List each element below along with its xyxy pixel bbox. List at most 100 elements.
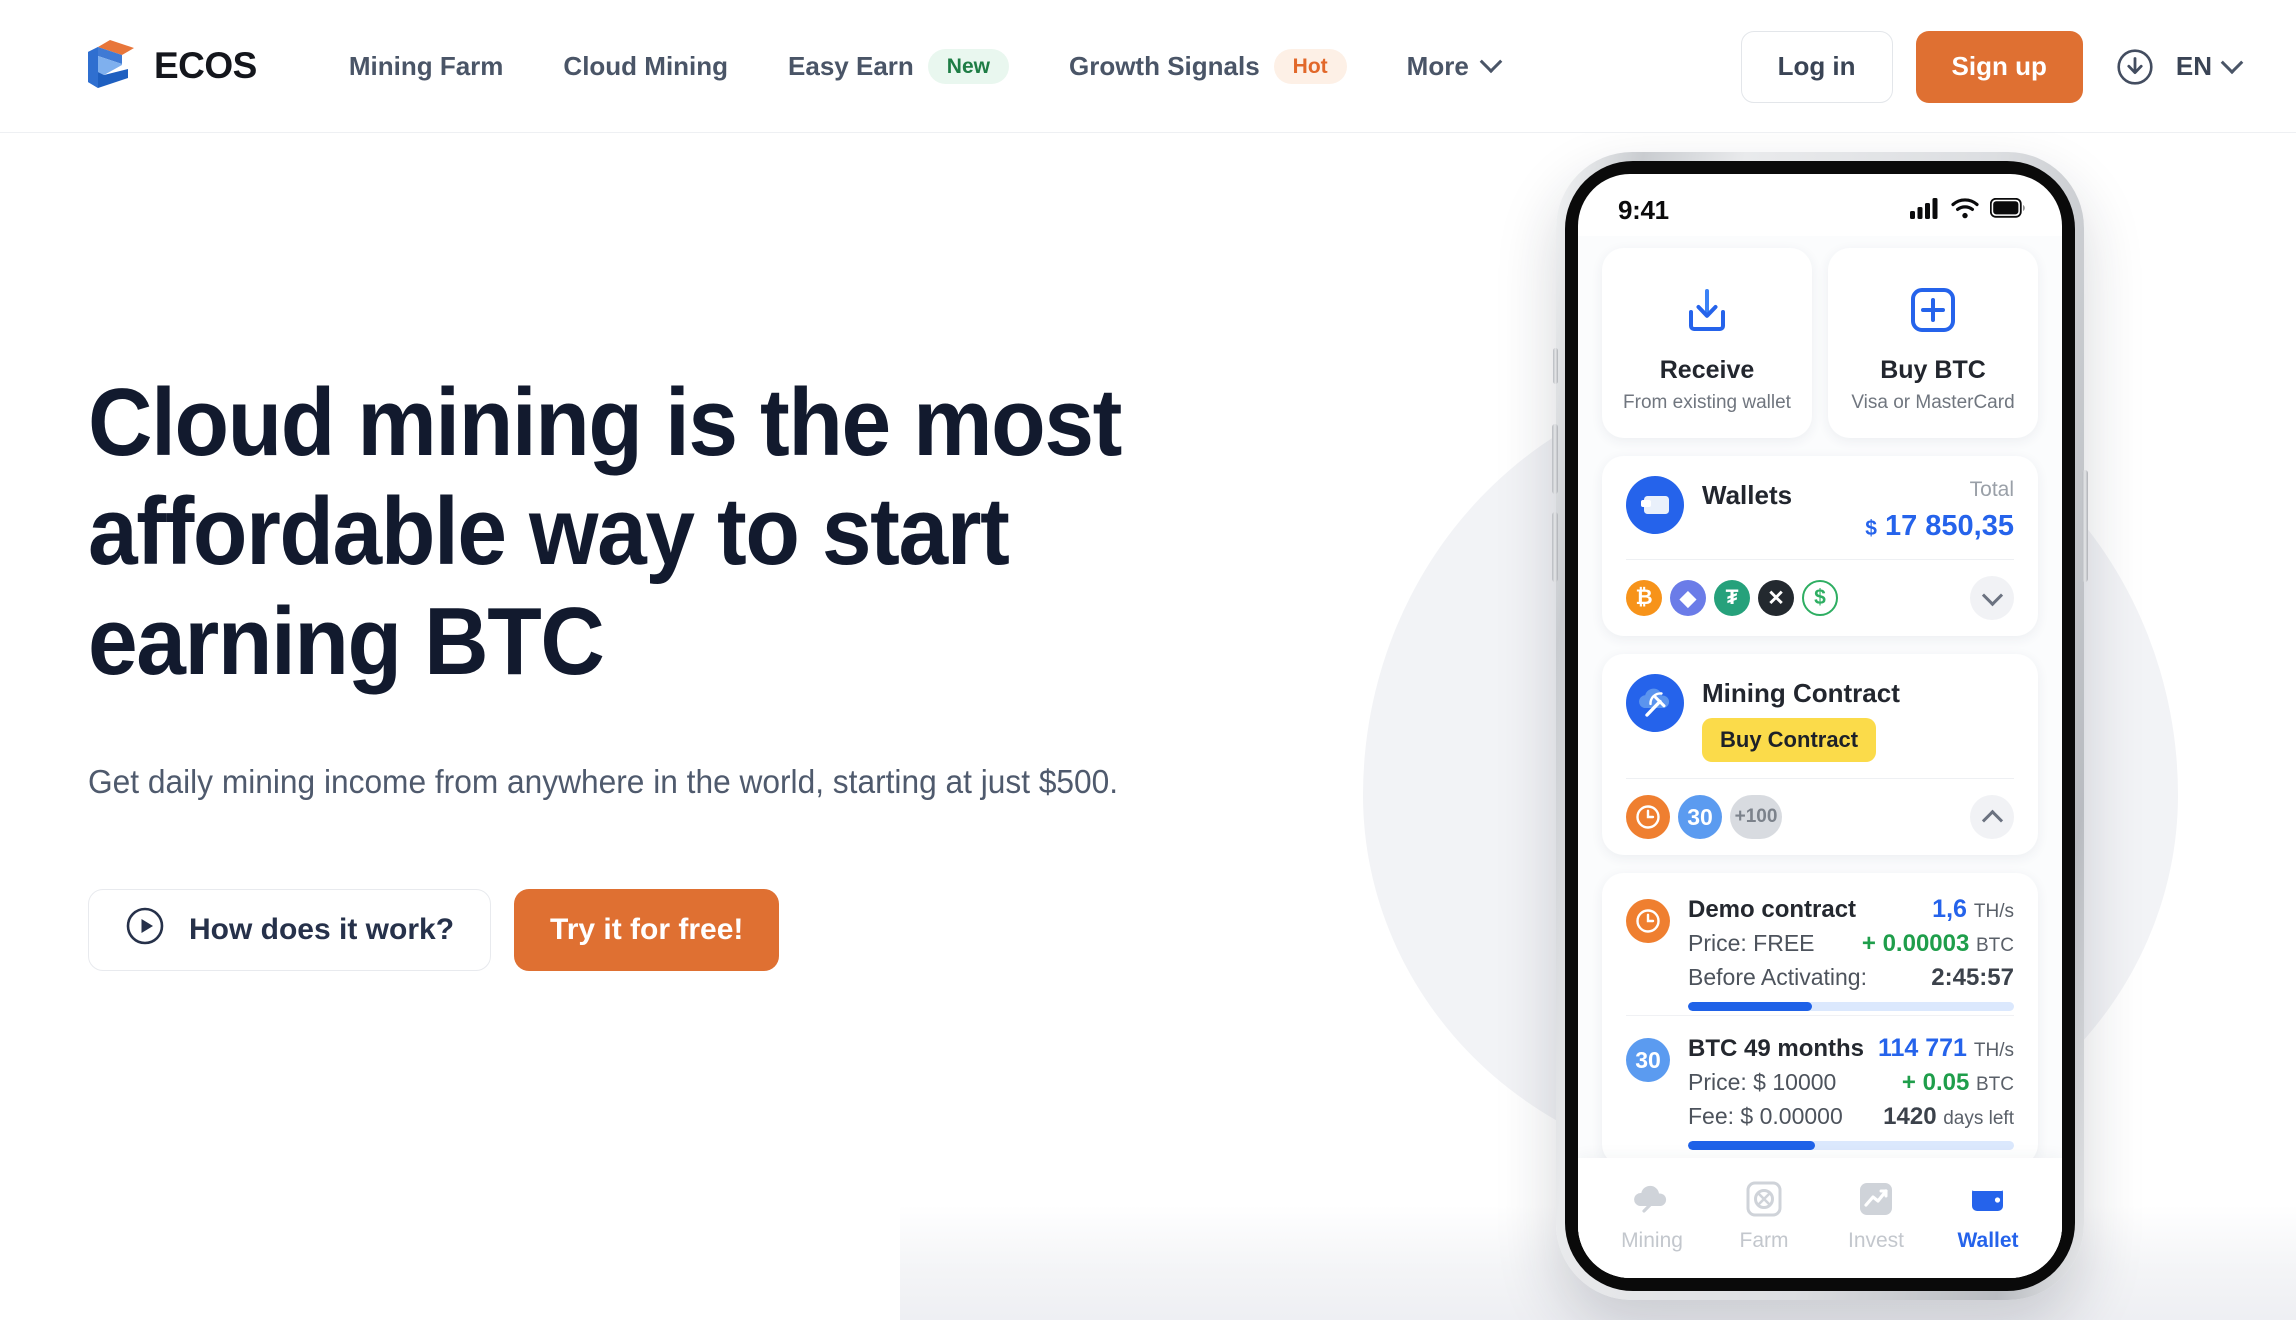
wallet-tab-icon (1932, 1176, 2044, 1222)
buy-btc-card[interactable]: Buy BTC Visa or MasterCard (1828, 248, 2038, 438)
receive-card[interactable]: Receive From existing wallet (1602, 248, 1812, 438)
header-actions: Log in Sign up EN (1740, 0, 2244, 133)
nav-badge-hot: Hot (1273, 48, 1347, 84)
wallets-title-wrap: Wallets (1702, 476, 1847, 511)
nav-item-easy-earn[interactable]: Easy Earn New (758, 48, 1039, 84)
contract-third-value: 2:45:57 (1931, 964, 2014, 991)
chevron-down-icon (1479, 50, 1503, 74)
mining-contract-header: Mining Contract Buy Contract (1626, 674, 2014, 762)
wallets-coins-row: ₿ ◆ ₮ ✕ $ (1626, 576, 2014, 620)
contract-hashrate-unit: TH/s (1973, 901, 2014, 922)
contract-fee: Fee: $ 0.00000 (1688, 1103, 1843, 1129)
ecos-logo-icon (84, 38, 136, 94)
farm-icon (1708, 1176, 1820, 1222)
tab-label: Wallet (1957, 1229, 2019, 1252)
brand-logo-link[interactable]: ECOS (84, 38, 257, 94)
language-label: EN (2175, 51, 2212, 81)
download-circle-icon[interactable] (2116, 48, 2154, 86)
buy-btc-title: Buy BTC (1880, 356, 1986, 384)
tab-farm[interactable]: Farm (1708, 1176, 1820, 1253)
how-does-it-work-button[interactable]: How does it work? (88, 889, 492, 972)
wallets-total-label: Total (1969, 478, 2014, 501)
hero-subtitle: Get daily mining income from anywhere in… (88, 763, 1119, 801)
chevron-down-icon (1981, 584, 2003, 606)
hero-section: Cloud mining is the most affordable way … (88, 133, 1388, 972)
contract-third-label: Before Activating: (1688, 964, 1867, 990)
status-bar: 9:41 (1578, 174, 2062, 236)
contract-chip-30: 30 (1678, 795, 1722, 839)
wallets-expand-button[interactable] (1970, 576, 2014, 620)
clock-icon (1626, 795, 1670, 839)
tab-invest[interactable]: Invest (1820, 1176, 1932, 1253)
clock-icon (1626, 899, 1670, 943)
phone-mute-switch (1553, 348, 1558, 384)
chart-invest-icon (1820, 1176, 1932, 1222)
mining-contract-title: Mining Contract (1702, 678, 1900, 708)
nav-label: More (1406, 50, 1469, 81)
nav-item-growth-signals[interactable]: Growth Signals Hot (1039, 48, 1377, 84)
signup-button[interactable]: Sign up (1915, 30, 2083, 103)
coin-eth-icon: ◆ (1670, 580, 1706, 616)
quick-actions-row: Receive From existing wallet Buy BTC Vis… (1602, 248, 2038, 438)
login-button[interactable]: Log in (1740, 30, 1893, 103)
nav-label: Mining Farm (348, 50, 504, 81)
contract-name: Demo contract (1688, 896, 1857, 923)
play-circle-icon (125, 906, 165, 954)
contracts-list: Demo contract 1,6 TH/s Price: FREE + 0.0… (1602, 873, 2038, 1166)
contract-days-left: 1420 days left (1883, 1103, 2014, 1131)
cloud-mining-icon (1596, 1176, 1708, 1222)
battery-full-icon (1989, 197, 2026, 223)
tab-label: Farm (1739, 1229, 1789, 1252)
app-body: Receive From existing wallet Buy BTC Vis… (1578, 236, 2062, 1278)
nav-item-mining-farm[interactable]: Mining Farm (319, 51, 534, 82)
contract-days-unit: days left (1943, 1108, 2014, 1129)
contract-row-body: BTC 49 months 114 771 TH/s Price: $ 1000… (1688, 1034, 2014, 1150)
status-time: 9:41 (1618, 194, 1669, 225)
contract-price: Price: FREE (1688, 930, 1815, 956)
contract-badge-clock (1626, 895, 1672, 1011)
contract-line-price: Price: FREE + 0.00003 BTC (1688, 930, 2014, 958)
buy-btc-subtitle: Visa or MasterCard (1851, 392, 2015, 413)
contract-chip-more: +100 (1730, 795, 1782, 839)
contract-line-price: Price: $ 10000 + 0.05 BTC (1688, 1069, 2014, 1097)
tab-label: Mining (1621, 1229, 1683, 1252)
wallets-card[interactable]: Wallets Total $ 17 850,35 ₿ ◆ ₮ ✕ $ (1602, 456, 2038, 636)
site-header: ECOS Mining Farm Cloud Mining Easy Earn … (0, 0, 2296, 133)
hero-cta-group: How does it work? Try it for free! (88, 889, 1388, 972)
contract-reward: + 0.00003 BTC (1862, 930, 2014, 958)
wallets-amount-value: 17 850,35 (1884, 510, 2014, 542)
page-root: ECOS Mining Farm Cloud Mining Easy Earn … (0, 0, 2296, 1320)
contract-line-name: BTC 49 months 114 771 TH/s (1688, 1034, 2014, 1063)
contract-reward-unit: BTC (1976, 935, 2014, 956)
phone-mockup: 9:41 Receive From existing wallet Buy BT… (1552, 152, 2088, 1300)
tab-wallet[interactable]: Wallet (1932, 1176, 2044, 1253)
nav-badge-new: New (927, 48, 1009, 84)
mining-contract-chips-row: 30 +100 (1626, 795, 2014, 839)
contract-hashrate-value: 1,6 (1932, 895, 1967, 923)
contract-row-btc49[interactable]: 30 BTC 49 months 114 771 TH/s Price: $ 1… (1626, 1016, 2014, 1154)
contract-hashrate: 1,6 TH/s (1932, 895, 2014, 924)
mining-contract-collapse-button[interactable] (1970, 795, 2014, 839)
contract-row-demo[interactable]: Demo contract 1,6 TH/s Price: FREE + 0.0… (1626, 877, 2014, 1015)
coin-usd-icon: $ (1802, 580, 1838, 616)
nav-item-cloud-mining[interactable]: Cloud Mining (533, 51, 758, 82)
contract-progress-fill (1688, 1141, 1816, 1150)
contract-line-name: Demo contract 1,6 TH/s (1688, 895, 2014, 924)
try-it-for-free-button[interactable]: Try it for free! (514, 889, 780, 972)
mining-contract-card[interactable]: Mining Contract Buy Contract 30 +100 (1602, 654, 2038, 855)
contract-name: BTC 49 months (1688, 1035, 1865, 1062)
tab-mining[interactable]: Mining (1596, 1176, 1708, 1253)
buy-contract-button[interactable]: Buy Contract (1702, 718, 1877, 762)
contract-hashrate: 114 771 TH/s (1878, 1034, 2014, 1063)
contract-hashrate-unit: TH/s (1973, 1040, 2014, 1061)
nav-label: Cloud Mining (563, 50, 729, 81)
coin-usdt-icon: ₮ (1714, 580, 1750, 616)
contract-hashrate-value: 114 771 (1877, 1034, 1967, 1062)
wallets-currency: $ (1865, 517, 1877, 540)
wallets-card-header: Wallets Total $ 17 850,35 (1626, 476, 2014, 543)
plus-square-icon (1838, 278, 2028, 342)
wallets-total-amount: $ 17 850,35 (1865, 510, 2014, 543)
language-selector[interactable]: EN (2175, 50, 2244, 82)
nav-item-more[interactable]: More (1377, 50, 1529, 82)
receive-subtitle: From existing wallet (1623, 392, 1791, 413)
